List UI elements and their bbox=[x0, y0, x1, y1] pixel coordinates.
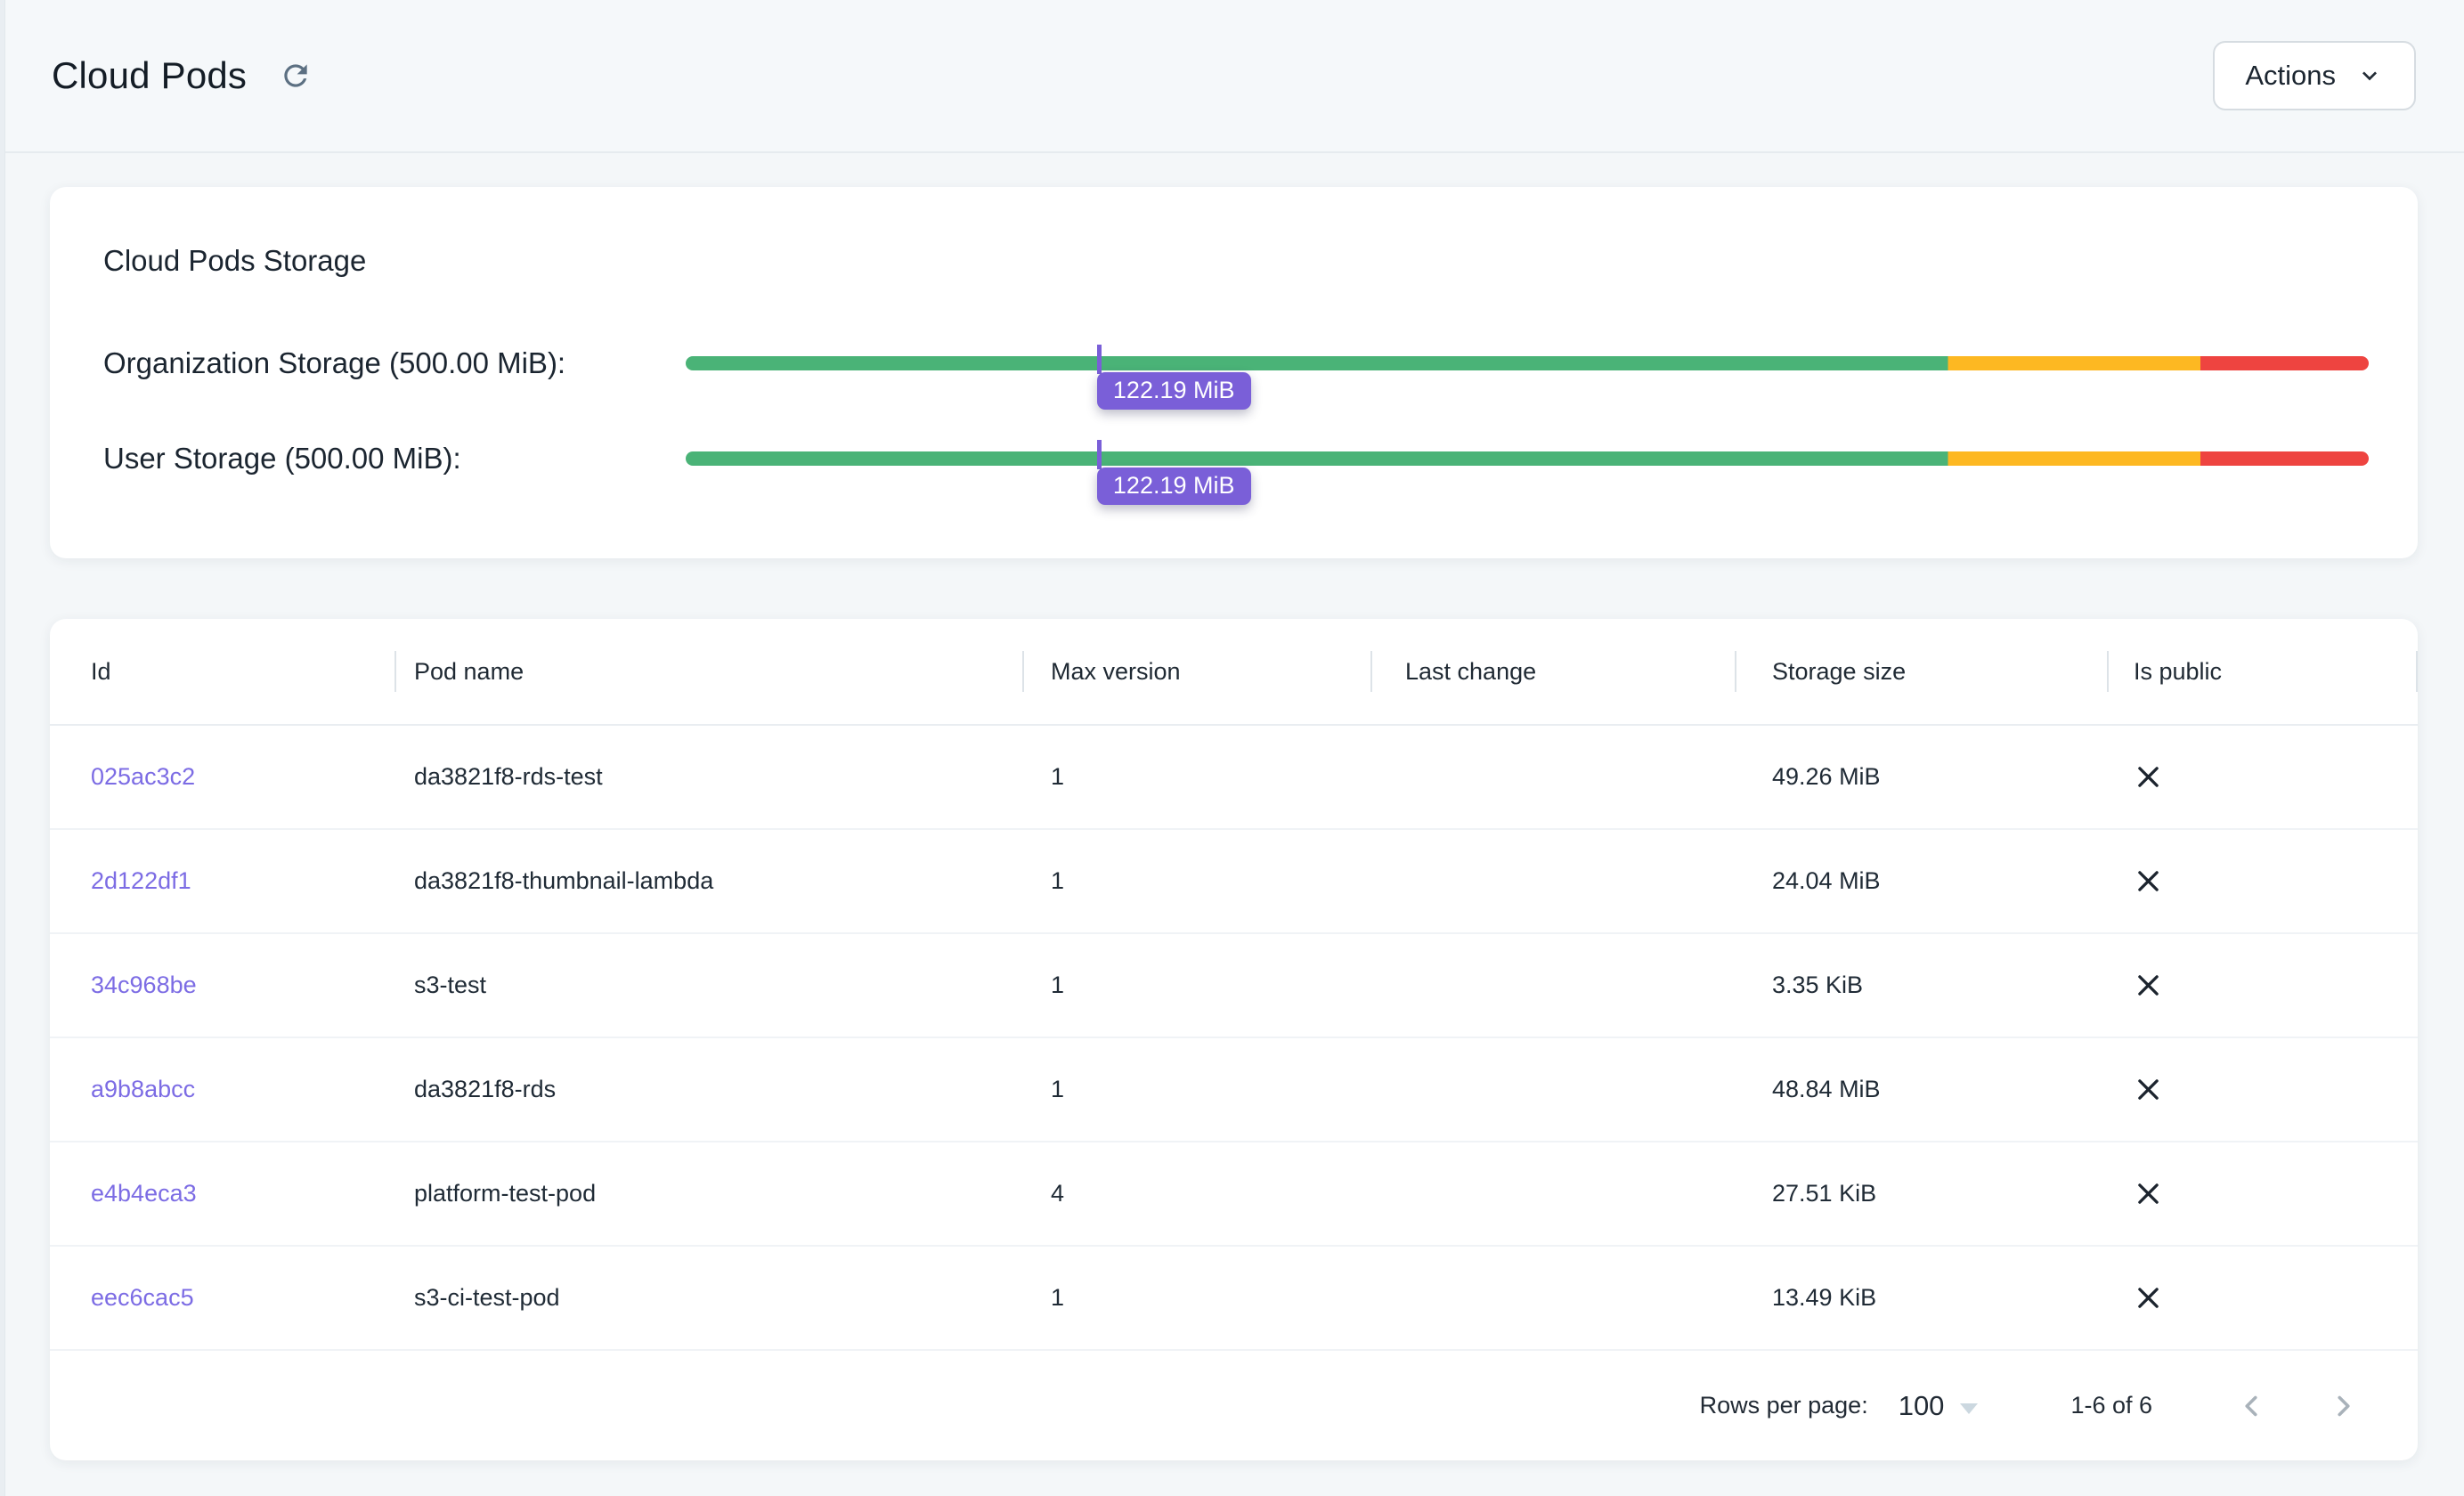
chevron-left-icon bbox=[2234, 1389, 2268, 1423]
storage-marker bbox=[1097, 345, 1102, 374]
column-header-last-change[interactable]: Last change bbox=[1372, 619, 1736, 724]
storage-card-title: Cloud Pods Storage bbox=[103, 244, 366, 278]
cell-max-version: 1 bbox=[1024, 1284, 1372, 1312]
pagination-range-label: 1-6 of 6 bbox=[2070, 1392, 2152, 1419]
table-row: eec6cac5 s3-ci-test-pod 1 13.49 KiB bbox=[50, 1247, 2418, 1351]
storage-usage-tooltip: 122.19 MiB bbox=[1097, 372, 1251, 410]
organization-storage-label: Organization Storage (500.00 MiB): bbox=[103, 346, 686, 380]
cell-pod-name: da3821f8-rds bbox=[396, 1076, 1024, 1103]
table-row: e4b4eca3 platform-test-pod 4 27.51 KiB bbox=[50, 1142, 2418, 1247]
x-icon bbox=[2134, 971, 2163, 1000]
cell-pod-name: s3-test bbox=[396, 972, 1024, 999]
cloud-pods-table-card: Id Pod name Max version Last change Stor… bbox=[50, 619, 2418, 1460]
page-header: Cloud Pods Actions bbox=[5, 0, 2464, 153]
rows-per-page-select[interactable]: 100 bbox=[1899, 1390, 1979, 1422]
rows-per-page-value: 100 bbox=[1899, 1390, 1945, 1422]
storage-card: Cloud Pods Storage Organization Storage … bbox=[50, 187, 2418, 558]
column-header-id[interactable]: Id bbox=[50, 619, 396, 724]
column-header-storage-size[interactable]: Storage size bbox=[1736, 619, 2109, 724]
pod-id-link[interactable]: 2d122df1 bbox=[91, 867, 191, 894]
cell-storage-size: 24.04 MiB bbox=[1736, 867, 2109, 895]
table-pagination: Rows per page: 100 1-6 of 6 bbox=[50, 1351, 2418, 1460]
x-icon bbox=[2134, 1075, 2163, 1104]
actions-button-label: Actions bbox=[2245, 60, 2336, 92]
column-header-max-version[interactable]: Max version bbox=[1024, 619, 1372, 724]
page-title: Cloud Pods bbox=[52, 54, 247, 97]
column-header-is-public[interactable]: Is public bbox=[2109, 619, 2418, 724]
user-storage-row: User Storage (500.00 MiB): 122.19 MiB bbox=[103, 410, 2369, 508]
cell-storage-size: 49.26 MiB bbox=[1736, 763, 2109, 791]
rows-per-page-label: Rows per page: bbox=[1700, 1392, 1868, 1419]
column-header-pod-name[interactable]: Pod name bbox=[396, 619, 1024, 724]
cell-max-version: 1 bbox=[1024, 867, 1372, 895]
table-header-row: Id Pod name Max version Last change Stor… bbox=[50, 619, 2418, 726]
user-storage-label: User Storage (500.00 MiB): bbox=[103, 442, 686, 476]
pod-id-link[interactable]: eec6cac5 bbox=[91, 1284, 194, 1311]
cell-max-version: 1 bbox=[1024, 763, 1372, 791]
storage-marker bbox=[1097, 440, 1102, 469]
chevron-right-icon bbox=[2327, 1389, 2361, 1423]
cell-is-public bbox=[2109, 866, 2418, 896]
x-icon bbox=[2134, 1283, 2163, 1313]
cell-max-version: 1 bbox=[1024, 1076, 1372, 1103]
cell-is-public bbox=[2109, 1075, 2418, 1104]
table-row: 2d122df1 da3821f8-thumbnail-lambda 1 24.… bbox=[50, 830, 2418, 934]
cell-max-version: 4 bbox=[1024, 1180, 1372, 1207]
chevron-down-icon bbox=[2355, 61, 2384, 90]
pod-id-link[interactable]: e4b4eca3 bbox=[91, 1180, 197, 1207]
cell-storage-size: 3.35 KiB bbox=[1736, 972, 2109, 999]
pod-id-link[interactable]: 34c968be bbox=[91, 972, 197, 998]
cell-pod-name: da3821f8-thumbnail-lambda bbox=[396, 867, 1024, 895]
next-page-button[interactable] bbox=[2323, 1386, 2364, 1427]
x-icon bbox=[2134, 866, 2163, 896]
cell-storage-size: 13.49 KiB bbox=[1736, 1284, 2109, 1312]
table-row: a9b8abcc da3821f8-rds 1 48.84 MiB bbox=[50, 1038, 2418, 1142]
cell-is-public bbox=[2109, 1283, 2418, 1313]
cell-storage-size: 27.51 KiB bbox=[1736, 1180, 2109, 1207]
organization-storage-row: Organization Storage (500.00 MiB): 122.1… bbox=[103, 314, 2369, 412]
storage-usage-tooltip: 122.19 MiB bbox=[1097, 467, 1251, 505]
cell-is-public bbox=[2109, 971, 2418, 1000]
cell-pod-name: da3821f8-rds-test bbox=[396, 763, 1024, 791]
sidebar-edge bbox=[0, 0, 5, 1496]
x-icon bbox=[2134, 1179, 2163, 1208]
organization-storage-bar: 122.19 MiB bbox=[686, 356, 2369, 370]
cell-is-public bbox=[2109, 1179, 2418, 1208]
cell-is-public bbox=[2109, 762, 2418, 792]
refresh-button[interactable] bbox=[273, 53, 318, 98]
table-row: 34c968be s3-test 1 3.35 KiB bbox=[50, 934, 2418, 1038]
cell-pod-name: platform-test-pod bbox=[396, 1180, 1024, 1207]
actions-button[interactable]: Actions bbox=[2213, 41, 2416, 110]
refresh-icon bbox=[279, 59, 313, 93]
previous-page-button[interactable] bbox=[2231, 1386, 2272, 1427]
table-row: 025ac3c2 da3821f8-rds-test 1 49.26 MiB bbox=[50, 726, 2418, 830]
pod-id-link[interactable]: a9b8abcc bbox=[91, 1076, 195, 1102]
dropdown-arrow-icon bbox=[1960, 1403, 1978, 1414]
cell-max-version: 1 bbox=[1024, 972, 1372, 999]
pod-id-link[interactable]: 025ac3c2 bbox=[91, 763, 195, 790]
cell-storage-size: 48.84 MiB bbox=[1736, 1076, 2109, 1103]
user-storage-bar: 122.19 MiB bbox=[686, 451, 2369, 466]
cell-pod-name: s3-ci-test-pod bbox=[396, 1284, 1024, 1312]
x-icon bbox=[2134, 762, 2163, 792]
